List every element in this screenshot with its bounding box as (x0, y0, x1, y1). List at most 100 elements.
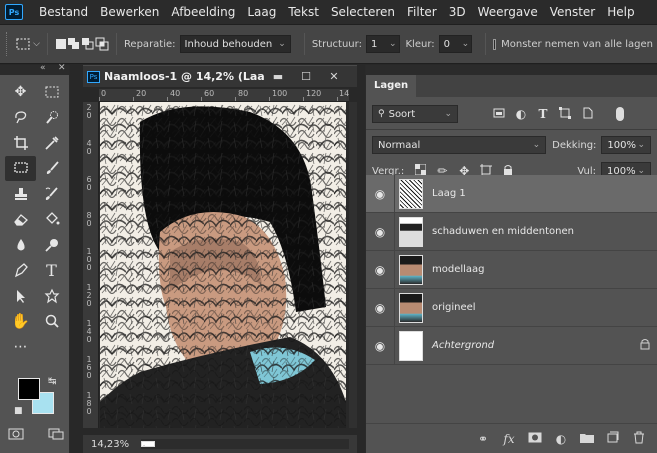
layer-filter-select[interactable]: ⚲ Soort ⌄ (372, 105, 458, 123)
add-selection-icon[interactable] (67, 33, 81, 55)
eye-divider (394, 288, 395, 327)
scroll-left-icon[interactable]: ‹ (141, 441, 155, 447)
blur-icon[interactable] (5, 232, 36, 258)
monster-checkbox[interactable] (493, 38, 497, 50)
reparatie-select[interactable]: Inhoud behouden ⌄ (179, 35, 291, 53)
menu-weergave[interactable]: Weergave (472, 5, 544, 19)
history-brush-icon[interactable] (36, 181, 67, 207)
lasso-icon[interactable] (5, 105, 36, 131)
visibility-eye-icon[interactable]: ◉ (366, 301, 394, 315)
reparatie-value: Inhoud behouden (184, 38, 273, 50)
screen-mode-icon[interactable] (48, 428, 64, 444)
default-colors-icon[interactable]: ■ (14, 406, 23, 416)
layers-panel-header (366, 65, 657, 75)
adjustment-icon[interactable]: ◐ (548, 432, 574, 446)
layer-row[interactable]: ◉ origineel (366, 288, 657, 327)
menu-help[interactable]: Help (601, 5, 640, 19)
foreground-color-swatch[interactable] (18, 378, 40, 400)
quick-select-icon[interactable] (36, 105, 67, 131)
minimize-icon[interactable]: ▬ (264, 70, 292, 83)
smart-object-filter-icon[interactable] (576, 107, 598, 122)
swap-colors-icon[interactable]: ↹ (48, 376, 56, 387)
options-grip[interactable] (6, 32, 8, 56)
maximize-icon[interactable]: ☐ (292, 70, 320, 83)
chevron-down-icon: ⌄ (532, 140, 541, 150)
chevron-down-icon: ⌄ (444, 109, 452, 119)
trash-icon[interactable] (626, 431, 652, 447)
blend-mode-select[interactable]: Normaal ⌄ (372, 136, 547, 154)
shape-icon[interactable] (36, 283, 67, 309)
document-tab[interactable]: Ps Naamloos-1 @ 14,2% (Laa... ▬ ☐ ✕ (83, 65, 357, 87)
vertical-scrollbar[interactable] (349, 102, 357, 428)
adjustment-filter-icon[interactable]: ◐ (510, 107, 532, 121)
paint-bucket-icon[interactable] (36, 207, 67, 233)
visibility-eye-icon[interactable]: ◉ (366, 187, 394, 201)
shape-filter-icon[interactable] (554, 106, 576, 122)
reparatie-label: Reparatie: (123, 38, 176, 50)
canvas-area[interactable] (99, 102, 349, 428)
menu-filter[interactable]: Filter (401, 5, 443, 19)
menu-bestand[interactable]: Bestand (33, 5, 94, 19)
menu-tekst[interactable]: Tekst (282, 5, 325, 19)
eraser-icon[interactable] (5, 207, 36, 233)
layer-row[interactable]: ◉ schaduwen en middentonen (366, 212, 657, 251)
kleur-select[interactable]: 0 ⌄ (438, 35, 473, 53)
layer-row[interactable]: ◉ modellaag (366, 250, 657, 289)
tool-preset-chevron-icon[interactable]: ⌵ (33, 33, 40, 55)
menu-selecteren[interactable]: Selecteren (325, 5, 401, 19)
more-icon[interactable]: ⋯ (5, 334, 36, 360)
type-icon[interactable]: T (36, 258, 67, 284)
menu-afbeelding[interactable]: Afbeelding (165, 5, 241, 19)
opacity-field[interactable]: 100% ⌄ (601, 136, 651, 154)
visibility-eye-icon[interactable]: ◉ (366, 339, 394, 353)
group-icon[interactable] (574, 432, 600, 446)
new-selection-icon[interactable] (55, 33, 67, 55)
crop-icon[interactable] (5, 130, 36, 156)
close-icon[interactable]: ✕ (58, 63, 66, 73)
tab-lagen[interactable]: Lagen (366, 75, 417, 97)
chevron-down-icon: ⌄ (637, 140, 645, 150)
hand-icon[interactable]: ✋ (5, 309, 36, 335)
move-icon[interactable]: ✥ (5, 79, 36, 105)
photoshop-doc-icon: Ps (87, 70, 100, 83)
zoom-icon[interactable] (36, 309, 67, 335)
stamp-icon[interactable] (5, 181, 36, 207)
patch-tool-icon[interactable] (15, 33, 33, 55)
patch-icon[interactable] (5, 155, 36, 181)
ruler-label: 120 (306, 89, 322, 98)
collapse-icon[interactable]: « (40, 63, 46, 73)
quick-mask-icon[interactable] (8, 428, 24, 444)
menu-bewerken[interactable]: Bewerken (94, 5, 165, 19)
close-icon[interactable]: ✕ (320, 70, 348, 83)
eyedropper-icon[interactable] (36, 130, 67, 156)
layer-thumbnail (399, 216, 423, 247)
subtract-selection-icon[interactable] (81, 33, 95, 55)
canvas-artwork[interactable] (100, 102, 346, 428)
pen-icon[interactable] (5, 258, 36, 284)
intersect-selection-icon[interactable] (95, 33, 109, 55)
visibility-eye-icon[interactable]: ◉ (366, 263, 394, 277)
blend-row: Normaal ⌄ Dekking: 100% ⌄ (366, 132, 657, 158)
menu-venster[interactable]: Venster (544, 5, 602, 19)
visibility-eye-icon[interactable]: ◉ (366, 225, 394, 239)
type-filter-icon[interactable]: T (532, 107, 554, 121)
dodge-icon[interactable] (36, 232, 67, 258)
link-icon[interactable]: ⚭ (470, 432, 496, 446)
menu-3d[interactable]: 3D (443, 5, 472, 19)
structuur-select[interactable]: 1 ⌄ (365, 35, 400, 53)
portrait-artwork (100, 102, 346, 428)
marquee-icon[interactable] (36, 79, 67, 105)
fx-icon[interactable]: fx (496, 432, 522, 446)
filter-toggle[interactable] (616, 107, 624, 121)
menu-laag[interactable]: Laag (241, 5, 282, 19)
new-layer-icon[interactable] (600, 431, 626, 446)
ruler-label: 1 8 0 (86, 391, 92, 416)
horizontal-scrollbar[interactable]: ‹ (141, 439, 349, 449)
brush-icon[interactable] (36, 156, 67, 182)
mask-icon[interactable] (522, 432, 548, 446)
layer-row[interactable]: ◉ Achtergrond (366, 326, 657, 365)
zoom-readout[interactable]: 14,23% (83, 439, 141, 450)
layer-row[interactable]: ◉ Laag 1 (366, 174, 657, 213)
pixel-filter-icon[interactable] (488, 107, 510, 121)
path-select-icon[interactable] (5, 283, 36, 309)
